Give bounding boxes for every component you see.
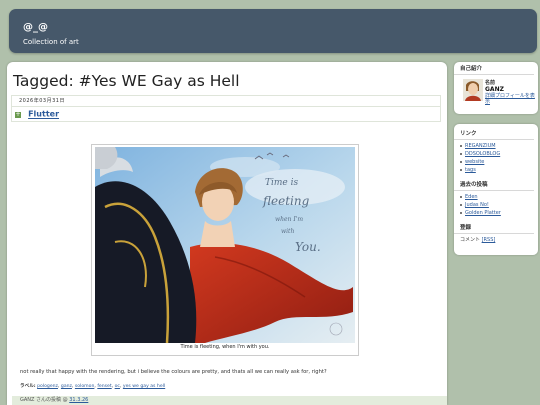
link-ddsoloblog[interactable]: DDSOLOBLOG bbox=[465, 151, 500, 157]
label-link[interactable]: fenset bbox=[97, 384, 111, 389]
view-profile-link[interactable]: 詳細プロフィールを表示 bbox=[485, 93, 537, 105]
svg-text:You.: You. bbox=[295, 240, 321, 254]
archive-list: Eden Judas No! Golden Platter bbox=[454, 193, 538, 217]
archive-link[interactable]: Judas No! bbox=[465, 202, 489, 208]
svg-text:when I'm: when I'm bbox=[275, 216, 303, 223]
page-title: Tagged: #Yes WE Gay as Hell bbox=[13, 72, 240, 90]
links-list: REGANZIUM DDSOLOBLOG website tags bbox=[454, 142, 538, 174]
main-content: Tagged: #Yes WE Gay as Hell 2026年03月31日 … bbox=[7, 62, 447, 405]
archive-title: 過去の投稿 bbox=[454, 178, 534, 191]
link-website[interactable]: website bbox=[465, 159, 484, 165]
subscribe-row: コメント [RSS] bbox=[454, 234, 538, 243]
post-header: 2026年03月31日 + Flutter bbox=[11, 95, 441, 122]
labels-title: ラベル: bbox=[20, 384, 36, 389]
expand-icon[interactable]: + bbox=[15, 111, 21, 118]
link-reganzium[interactable]: REGANZIUM bbox=[465, 143, 496, 149]
avatar[interactable] bbox=[463, 79, 483, 101]
label-link[interactable]: pologenz bbox=[37, 384, 58, 389]
profile-widget: 自己紹介 名前 GANZ 詳細プロフィールを表示 bbox=[454, 62, 538, 114]
site-description: Collection of art bbox=[23, 38, 79, 46]
post-author: GANZ さんの投稿 bbox=[20, 397, 62, 403]
profile-name-label: 名前 bbox=[485, 80, 496, 86]
list-item: Judas No! bbox=[460, 201, 538, 209]
list-item: REGANZIUM bbox=[460, 142, 538, 150]
post-body: not really that happy with the rendering… bbox=[20, 369, 327, 375]
subscribe-title: 登録 bbox=[454, 221, 534, 234]
label-link[interactable]: solomon bbox=[75, 384, 95, 389]
label-link[interactable]: oc bbox=[115, 384, 120, 389]
profile-title: 自己紹介 bbox=[454, 62, 534, 75]
svg-text:Time is: Time is bbox=[265, 178, 298, 188]
list-item: website bbox=[460, 158, 538, 166]
list-item: DDSOLOBLOG bbox=[460, 150, 538, 158]
list-item: tags bbox=[460, 166, 538, 174]
archive-link[interactable]: Golden Platter bbox=[465, 210, 501, 216]
list-item: Golden Platter bbox=[460, 209, 538, 217]
post-date: 2026年03月31日 bbox=[11, 95, 441, 106]
site-title[interactable]: @_@ bbox=[23, 22, 48, 33]
post-image-frame: Time is fleeting when I'm with You. Time… bbox=[91, 144, 359, 356]
post-title-link[interactable]: Flutter bbox=[28, 110, 59, 119]
post-labels: ラベル: pologenz, ganz, solomon, fenset, oc… bbox=[20, 384, 166, 389]
comment-label: コメント bbox=[460, 237, 481, 243]
sidebar-widgets: リンク REGANZIUM DDSOLOBLOG website tags 過去… bbox=[454, 124, 538, 255]
label-link[interactable]: ganz bbox=[61, 384, 72, 389]
archive-link[interactable]: Eden bbox=[465, 194, 478, 200]
rss-link[interactable]: [RSS] bbox=[482, 237, 496, 243]
footer-separator: @ bbox=[62, 397, 68, 403]
post-footer: GANZ さんの投稿 @ 31.3.26 bbox=[12, 396, 447, 405]
svg-text:with: with bbox=[281, 228, 294, 235]
profile-name[interactable]: GANZ bbox=[485, 86, 537, 93]
svg-text:fleeting: fleeting bbox=[262, 194, 310, 208]
artwork-image[interactable]: Time is fleeting when I'm with You. bbox=[95, 147, 355, 343]
links-title: リンク bbox=[454, 127, 534, 140]
label-link[interactable]: yes we gay as hell bbox=[123, 384, 165, 389]
post-title-row: + Flutter bbox=[11, 106, 441, 122]
list-item: Eden bbox=[460, 193, 538, 201]
image-caption: Time is fleeting, when I'm with you. bbox=[180, 344, 270, 350]
link-tags[interactable]: tags bbox=[465, 167, 476, 173]
post-permalink[interactable]: 31.3.26 bbox=[69, 397, 88, 403]
site-header: @_@ Collection of art bbox=[9, 9, 537, 53]
